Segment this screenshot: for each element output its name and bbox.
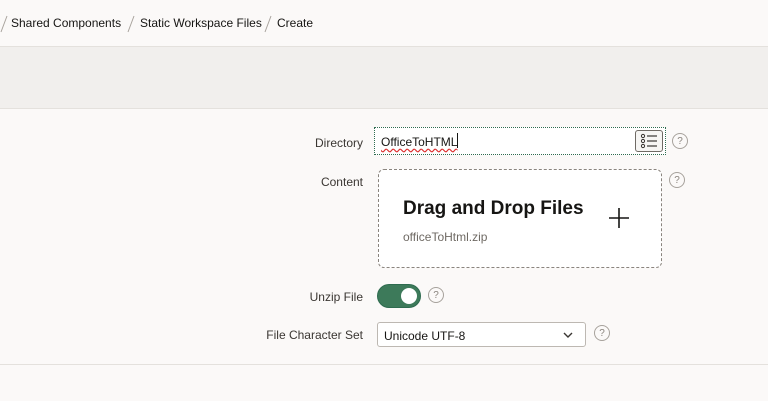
file-character-set-value: Unicode UTF-8 [384,329,466,343]
dropzone-title: Drag and Drop Files [403,198,584,219]
chevron-down-icon [563,332,573,338]
page-footer-region [0,366,768,401]
file-dropzone[interactable]: Drag and Drop Files officeToHtml.zip [378,169,662,268]
directory-label: Directory [314,136,363,150]
list-icon [640,133,657,149]
breadcrumb-item-create: Create [277,16,314,30]
toggle-knob [401,288,417,304]
unzip-file-toggle[interactable] [377,284,421,308]
unzip-file-label: Unzip File [309,290,363,304]
directory-list-picker-button[interactable] [635,130,663,152]
button-bar-region [0,47,768,109]
file-character-set-label: File Character Set [266,328,363,342]
content-help-icon[interactable]: ? [669,172,685,188]
unzip-file-help-icon[interactable]: ? [428,287,444,303]
file-character-set-help-icon[interactable]: ? [594,325,610,341]
breadcrumb: Shared Components Static Workspace Files… [0,0,768,47]
breadcrumb-item-static-workspace-files[interactable]: Static Workspace Files [140,16,262,30]
directory-input-value[interactable]: OfficeToHTML [381,135,457,149]
breadcrumb-separator-icon [264,15,272,33]
directory-input[interactable]: OfficeToHTML [374,127,666,155]
plus-icon[interactable] [608,207,630,229]
directory-help-icon[interactable]: ? [672,133,688,149]
text-caret [457,133,458,148]
content-label: Content [320,175,363,189]
file-character-set-select[interactable]: Unicode UTF-8 [377,322,586,347]
dropzone-file-name: officeToHtml.zip [403,230,488,244]
breadcrumb-item-shared-components[interactable]: Shared Components [11,16,121,30]
breadcrumb-separator-icon [0,15,8,33]
breadcrumb-separator-icon [127,15,135,33]
